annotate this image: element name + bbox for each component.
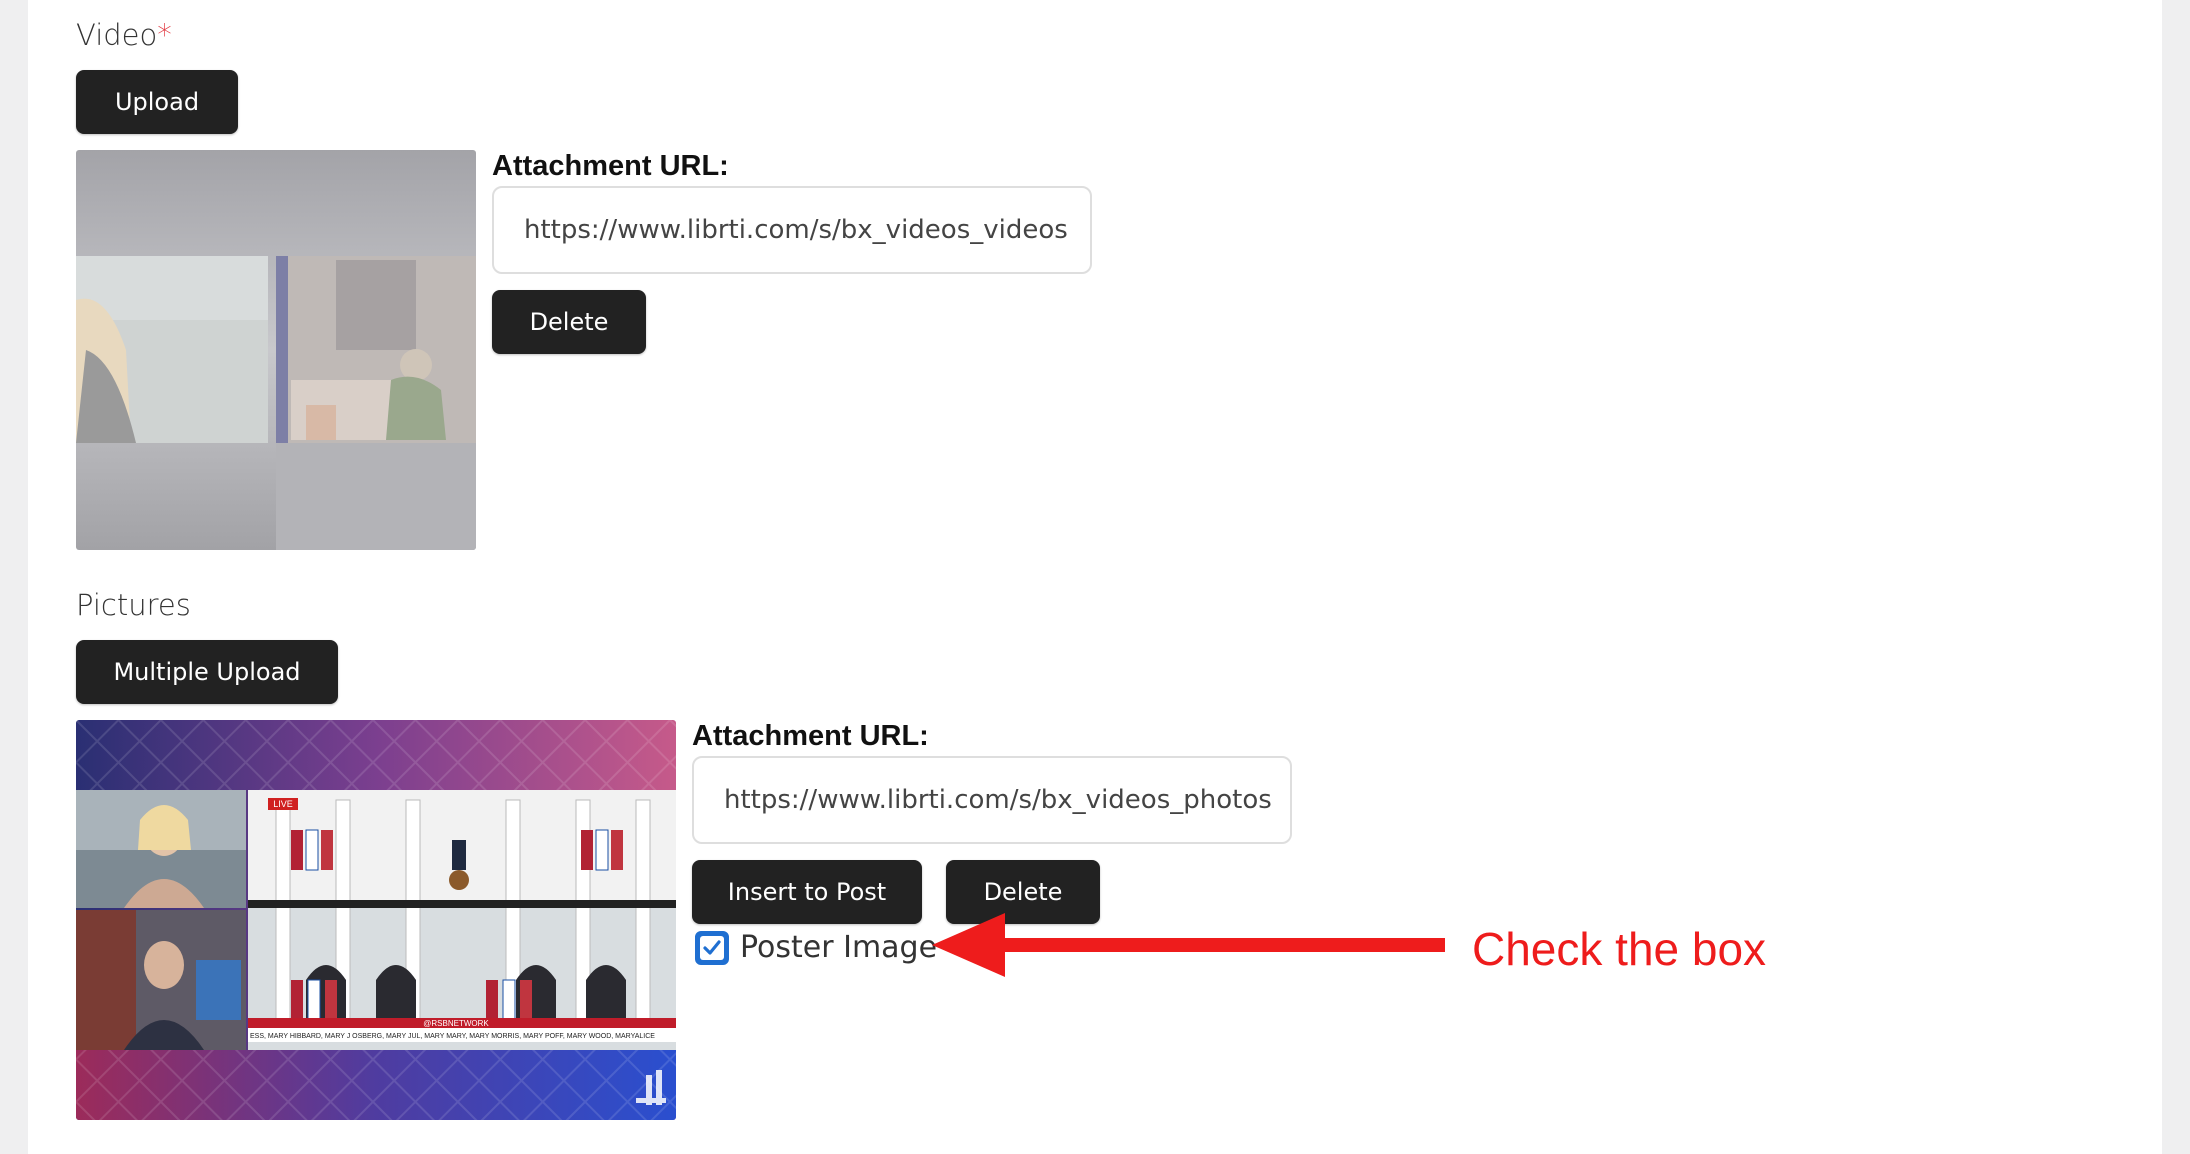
video-attachment-url-input[interactable]: https://www.librti.com/s/bx_videos_video… bbox=[492, 186, 1092, 274]
pictures-multiple-upload-button[interactable]: Multiple Upload bbox=[76, 640, 338, 704]
pictures-attachment-label: Attachment URL: bbox=[692, 720, 929, 752]
insert-to-post-button[interactable]: Insert to Post bbox=[692, 860, 922, 924]
required-marker: * bbox=[157, 18, 172, 52]
picture-thumbnail: LIVE @RSBNETWORK ESS, MARY HIBBARD, MARY… bbox=[76, 720, 676, 1120]
annotation-text: Check the box bbox=[1472, 923, 1767, 975]
pictures-attachment-url-input[interactable]: https://www.librti.com/s/bx_videos_photo… bbox=[692, 756, 1292, 844]
pictures-section-label: Pictures bbox=[76, 588, 191, 622]
picture-thumbnail-image: LIVE @RSBNETWORK ESS, MARY HIBBARD, MARY… bbox=[76, 720, 676, 1120]
video-attachment-label: Attachment URL: bbox=[492, 150, 729, 182]
video-upload-button[interactable]: Upload bbox=[76, 70, 238, 134]
ticker-names-text: ESS, MARY HIBBARD, MARY J OSBERG, MARY J… bbox=[250, 1033, 655, 1040]
live-badge-text: LIVE bbox=[273, 799, 293, 809]
video-thumbnail-image bbox=[76, 150, 476, 550]
checkbox-inner bbox=[700, 936, 724, 960]
poster-image-label: Poster Image bbox=[740, 930, 938, 965]
poster-image-checkbox[interactable] bbox=[695, 931, 729, 965]
video-thumbnail bbox=[76, 150, 476, 550]
video-label-text: Video bbox=[76, 18, 158, 52]
video-section-label: Video* bbox=[76, 18, 172, 52]
ticker-text: @RSBNETWORK bbox=[423, 1019, 489, 1028]
video-delete-button[interactable]: Delete bbox=[492, 290, 646, 354]
checkmark-icon bbox=[703, 940, 721, 955]
annotation-arrow-icon bbox=[932, 913, 1445, 977]
